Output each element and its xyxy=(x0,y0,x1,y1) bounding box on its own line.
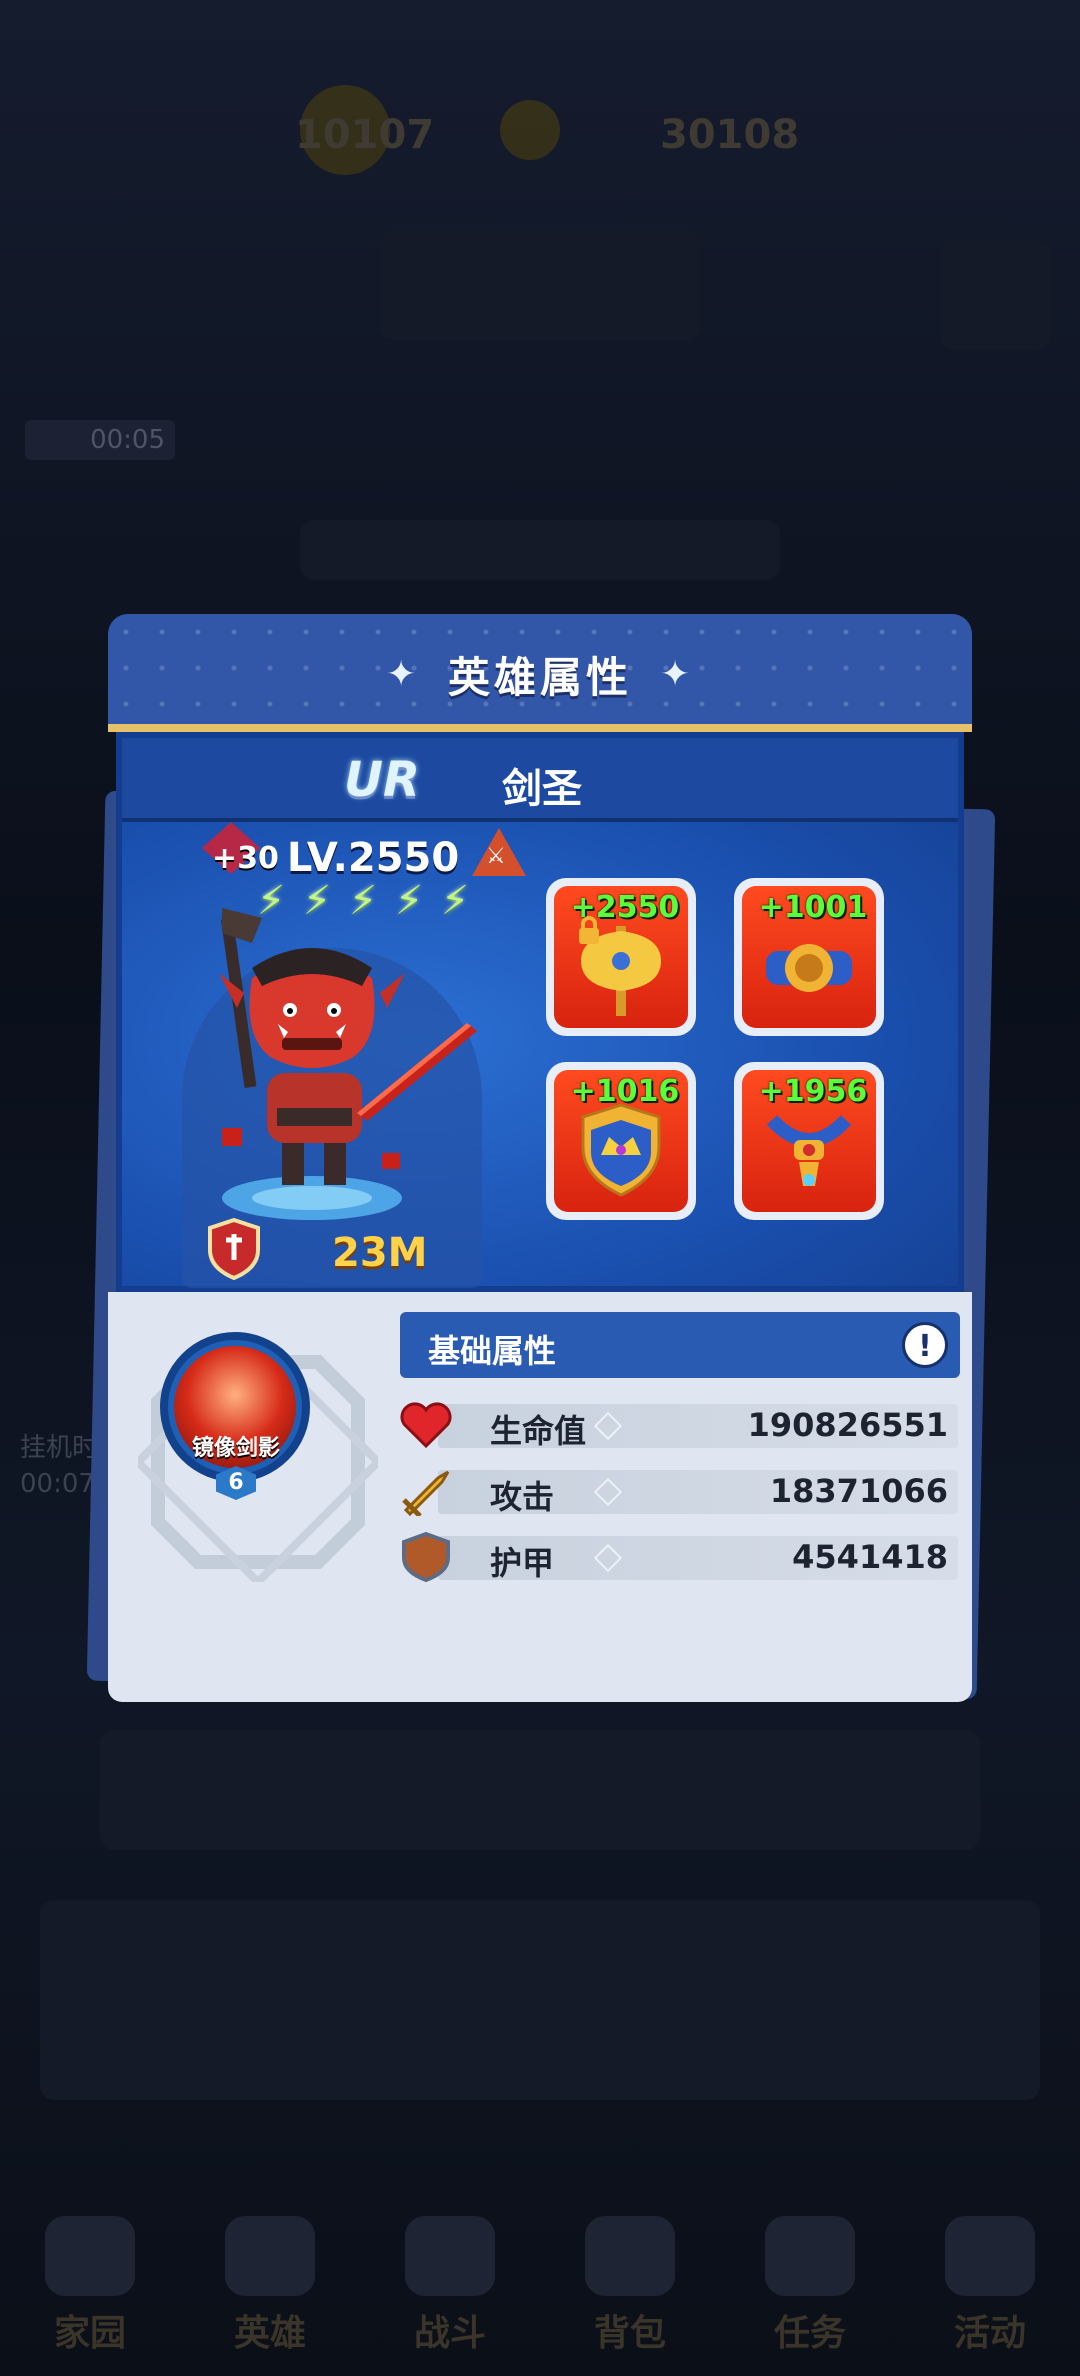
stat-row-hp: 生命值 190826551 xyxy=(398,1396,958,1452)
equip-slot-amulet[interactable]: +1956 xyxy=(734,1062,884,1220)
hero-name-bar: UR 剑圣 xyxy=(122,738,958,822)
currency-right: 30108 xyxy=(660,112,800,158)
hero-attributes-modal: ✦ 英雄属性 ✦ UR 剑圣 +30 LV.2550 ⚔ ⚡ ⚡ ⚡ ⚡ ⚡ 2… xyxy=(86,614,996,1702)
coin-icon xyxy=(500,100,560,160)
tab-bag[interactable]: 背包 xyxy=(555,2216,705,2356)
bg-banner xyxy=(380,230,700,340)
combat-power: 23M xyxy=(332,1230,428,1276)
energy-bolts: ⚡ ⚡ ⚡ ⚡ ⚡ xyxy=(250,878,476,924)
hero-level: LV.2550 xyxy=(286,835,460,881)
lightning-icon: ⚡ xyxy=(394,878,424,924)
tab-events[interactable]: 活动 xyxy=(915,2216,1065,2356)
lock-icon xyxy=(579,916,599,944)
tab-home[interactable]: 家园 xyxy=(15,2216,165,2356)
equip-bonus: +1001 xyxy=(758,890,868,925)
bg-bar xyxy=(300,520,780,580)
sparkle-icon: ✦ xyxy=(660,654,691,695)
rarity-badge: UR xyxy=(344,752,420,808)
bg-panel xyxy=(40,1900,1040,2100)
idle-text: 挂机时 00:07 xyxy=(20,1433,99,1499)
heart-icon xyxy=(400,1402,452,1449)
bg-row xyxy=(100,1730,980,1850)
lightning-icon: ⚡ xyxy=(440,878,470,924)
modal-title: 英雄属性 xyxy=(447,653,632,702)
attributes-section: 镜像剑影 6 基础属性 ! 生命值 190826551 攻击 18371066 xyxy=(108,1292,972,1702)
basic-attributes-title: 基础属性 xyxy=(428,1332,557,1370)
equip-slot-belt[interactable]: +1001 xyxy=(734,878,884,1036)
modal-header: ✦ 英雄属性 ✦ xyxy=(108,614,972,726)
amulet-icon xyxy=(766,1115,852,1186)
timer-text: 00:05 xyxy=(25,420,175,460)
lightning-icon: ⚡ xyxy=(348,878,378,924)
lightning-icon: ⚡ xyxy=(302,878,332,924)
stat-row-attack: 攻击 18371066 xyxy=(398,1462,958,1518)
equip-slot-shield[interactable]: +1016 xyxy=(546,1062,696,1220)
currency-left: 10107 xyxy=(295,112,435,158)
equip-slot-weapon[interactable]: +2550 xyxy=(546,878,696,1036)
stat-label: 护甲 xyxy=(490,1544,555,1582)
stat-value: 18371066 xyxy=(769,1472,948,1510)
basic-attributes-header: 基础属性 ! xyxy=(400,1312,960,1378)
lightning-icon: ⚡ xyxy=(256,878,286,924)
equip-bonus: +1956 xyxy=(758,1074,868,1109)
bottom-tabbar: 家园 英雄 战斗 背包 任务 活动 xyxy=(0,2196,1080,2376)
stat-label: 生命值 xyxy=(490,1412,587,1450)
stat-value: 4541418 xyxy=(792,1538,948,1576)
stat-label: 攻击 xyxy=(490,1478,555,1516)
stat-value: 190826551 xyxy=(747,1406,948,1444)
tab-quests[interactable]: 任务 xyxy=(735,2216,885,2356)
header-divider xyxy=(108,724,972,732)
star-bonus: +30 xyxy=(212,840,279,876)
belt-icon xyxy=(766,944,852,992)
skill-name: 镜像剑影 xyxy=(191,1436,280,1461)
hero-panel: UR 剑圣 +30 LV.2550 ⚔ ⚡ ⚡ ⚡ ⚡ ⚡ 23M +2550 … xyxy=(116,732,964,1292)
tab-heroes[interactable]: 英雄 xyxy=(195,2216,345,2356)
bg-icon xyxy=(940,240,1050,350)
power-shield-icon xyxy=(208,1218,260,1280)
tab-battle[interactable]: 战斗 xyxy=(375,2216,525,2356)
armor-icon xyxy=(402,1532,450,1582)
sword-icon xyxy=(402,1470,450,1516)
equip-bonus: +1016 xyxy=(570,1074,680,1109)
info-button[interactable]: ! xyxy=(902,1322,948,1368)
hero-portrait xyxy=(219,908,477,1220)
stat-row-armor: 护甲 4541418 xyxy=(398,1528,958,1584)
crown-shield-icon xyxy=(581,1103,661,1197)
hero-name: 剑圣 xyxy=(502,766,582,812)
